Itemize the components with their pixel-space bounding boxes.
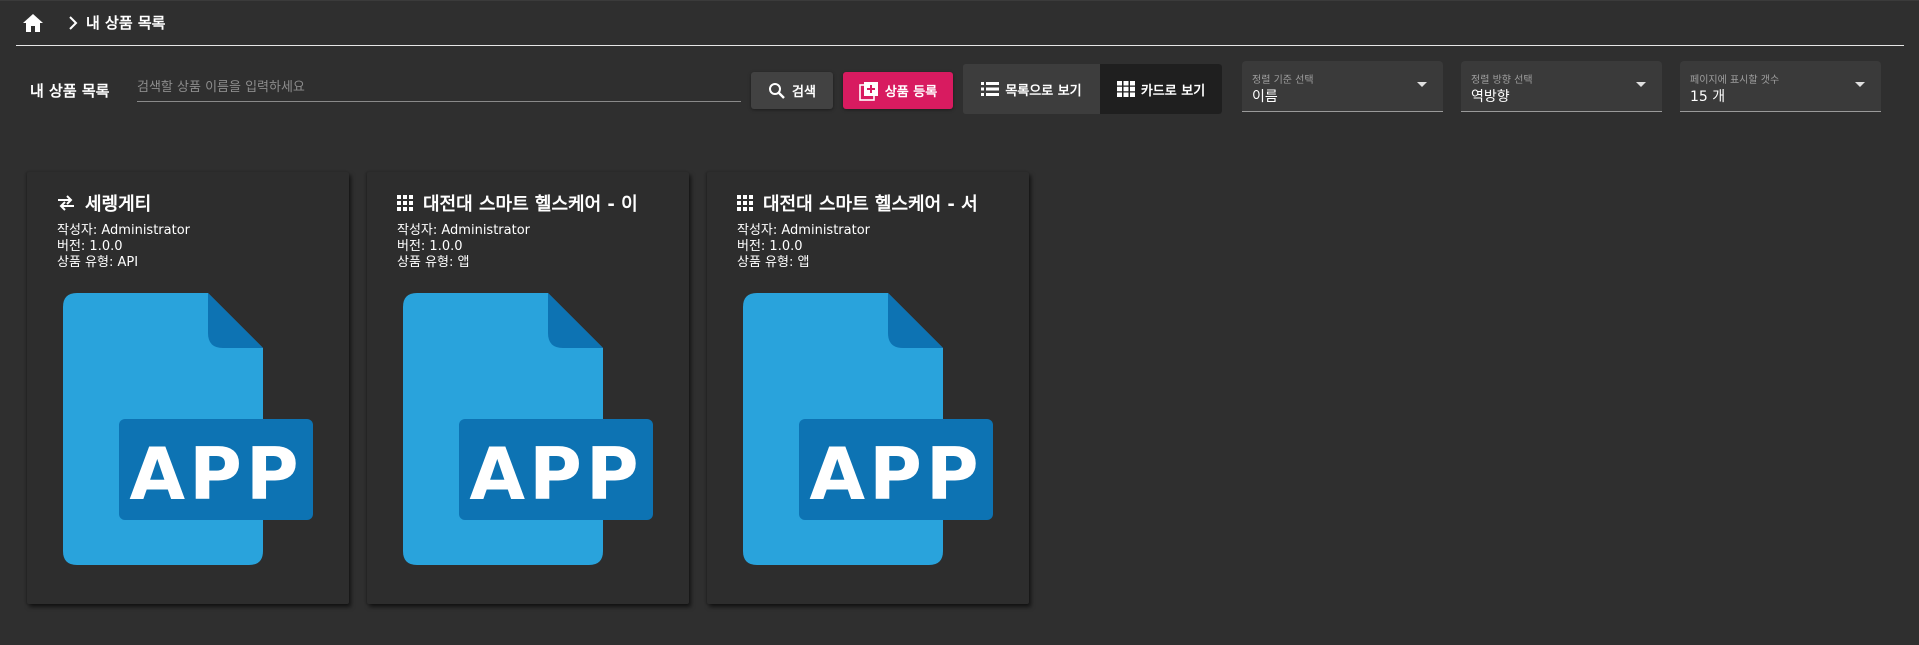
card-meta: 작성자: Administrator 버전: 1.0.0 상품 유형: API — [57, 223, 190, 271]
product-card[interactable]: 대전대 스마트 헬스케어 - 이 작성자: Administrator 버전: … — [367, 172, 689, 604]
list-icon — [981, 81, 1000, 97]
card-type: 상품 유형: 앱 — [397, 255, 470, 270]
apps-grid-icon — [397, 195, 413, 211]
dropdown-arrow-icon — [1855, 82, 1865, 87]
card-type: 상품 유형: API — [57, 255, 139, 270]
card-meta: 작성자: Administrator 버전: 1.0.0 상품 유형: 앱 — [737, 223, 870, 271]
list-view-button[interactable]: 목록으로 보기 — [963, 64, 1100, 114]
card-view-label: 카드로 보기 — [1140, 83, 1206, 99]
list-view-label: 목록으로 보기 — [1005, 83, 1082, 99]
home-icon[interactable] — [18, 8, 48, 38]
grid-icon — [1116, 81, 1135, 97]
items-per-page-caption: 페이지에 표시할 갯수 — [1690, 75, 1780, 86]
sort-by-value: 이름 — [1252, 89, 1278, 105]
search-input[interactable] — [137, 74, 741, 101]
card-title-text: 대전대 스마트 헬스케어 - 서 — [763, 194, 978, 215]
apps-grid-icon — [737, 195, 753, 211]
view-toggle: 목록으로 보기 카드로 보기 — [963, 64, 1222, 114]
sort-by-caption: 정렬 기준 선택 — [1252, 75, 1314, 86]
app-file-icon: APP — [743, 293, 993, 565]
card-title: 대전대 스마트 헬스케어 - 이 — [397, 190, 677, 216]
toolbar: 내 상품 목록 검색 상품 등록 목 — [0, 60, 1919, 122]
card-author: 작성자: Administrator — [397, 223, 531, 238]
card-version: 버전: 1.0.0 — [57, 239, 123, 254]
app-label: APP — [129, 432, 302, 516]
search-button-label: 검색 — [792, 85, 816, 100]
sort-by-select[interactable]: 정렬 기준 선택 이름 — [1242, 61, 1443, 112]
card-meta: 작성자: Administrator 버전: 1.0.0 상품 유형: 앱 — [397, 223, 530, 271]
search-field — [137, 74, 741, 102]
card-title-text: 대전대 스마트 헬스케어 - 이 — [423, 194, 638, 215]
card-version: 버전: 1.0.0 — [737, 239, 803, 254]
search-button[interactable]: 검색 — [751, 72, 833, 109]
card-title-text: 세렝게티 — [85, 194, 152, 215]
app-file-icon: APP — [403, 293, 653, 565]
card-type: 상품 유형: 앱 — [737, 255, 810, 270]
card-title: 세렝게티 — [57, 190, 337, 216]
card-title: 대전대 스마트 헬스케어 - 서 — [737, 190, 1017, 216]
product-card[interactable]: 세렝게티 작성자: Administrator 버전: 1.0.0 상품 유형:… — [27, 172, 349, 604]
card-version: 버전: 1.0.0 — [397, 239, 463, 254]
sort-direction-value: 역방향 — [1471, 89, 1510, 105]
product-card[interactable]: 대전대 스마트 헬스케어 - 서 작성자: Administrator 버전: … — [707, 172, 1029, 604]
app-file-icon: APP — [63, 293, 313, 565]
app-label: APP — [469, 432, 642, 516]
dropdown-arrow-icon — [1417, 82, 1427, 87]
page-title: 내 상품 목록 — [30, 82, 110, 100]
register-button-label: 상품 등록 — [884, 85, 938, 100]
sort-direction-caption: 정렬 방향 선택 — [1471, 75, 1533, 86]
dropdown-arrow-icon — [1636, 82, 1646, 87]
app-label: APP — [809, 432, 982, 516]
chevron-right-icon — [62, 13, 84, 33]
card-view-button[interactable]: 카드로 보기 — [1100, 64, 1222, 114]
breadcrumb: 내 상품 목록 — [16, 0, 1904, 46]
items-per-page-select[interactable]: 페이지에 표시할 갯수 15 개 — [1680, 61, 1881, 112]
register-product-button[interactable]: 상품 등록 — [843, 72, 953, 109]
swap-horizontal-icon — [57, 195, 75, 211]
search-icon — [768, 82, 786, 100]
sort-direction-select[interactable]: 정렬 방향 선택 역방향 — [1461, 61, 1662, 112]
card-author: 작성자: Administrator — [57, 223, 191, 238]
breadcrumb-current[interactable]: 내 상품 목록 — [86, 12, 165, 33]
add-box-icon — [859, 81, 879, 101]
card-author: 작성자: Administrator — [737, 223, 871, 238]
items-per-page-value: 15 개 — [1690, 89, 1726, 105]
